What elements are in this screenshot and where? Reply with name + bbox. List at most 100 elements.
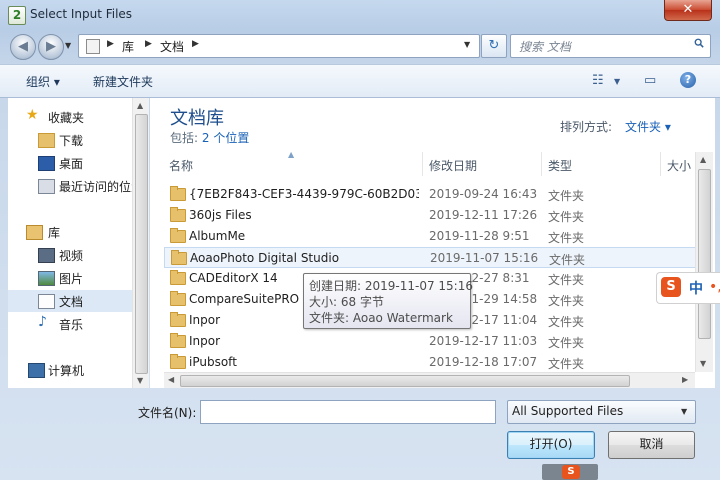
table-row[interactable]: iPubsoft 2019-12-18 17:07 文件夹 — [164, 352, 696, 373]
scroll-right-icon[interactable]: ▶ — [682, 375, 688, 384]
table-row[interactable]: AlbumMe 2019-11-28 9:51 文件夹 — [164, 226, 696, 247]
scroll-up-icon[interactable]: ▲ — [137, 101, 143, 110]
cancel-button[interactable]: 取消 — [608, 431, 695, 459]
refresh-icon: ↻ — [488, 38, 500, 53]
video-library-icon — [38, 248, 55, 263]
nav-item-label: 桌面 — [59, 157, 84, 171]
nav-item-favorites[interactable]: ★ 收藏夹 — [8, 106, 132, 128]
desktop-icon — [38, 156, 55, 171]
includes-locations-link[interactable]: 2 个位置 — [202, 131, 249, 145]
view-options-dropdown[interactable]: ▼ — [614, 77, 620, 86]
ime-mode-indicator[interactable]: 中 — [689, 278, 703, 298]
folder-icon — [170, 354, 186, 369]
navigation-pane: ★ 收藏夹 下载 桌面 最近访问的位置 库 视频 图片 文档 ♪ 音乐 计算机 — [8, 98, 149, 388]
folder-icon — [170, 186, 186, 201]
nav-item-libraries[interactable]: 库 — [8, 221, 132, 243]
ime-punctuation-indicator[interactable]: •, — [709, 279, 720, 295]
arrange-by-label: 排列方式: — [560, 120, 613, 134]
search-box[interactable]: 搜索 文档 — [510, 34, 711, 58]
column-label: 名称 — [169, 159, 194, 173]
open-button[interactable]: 打开(O) — [507, 431, 595, 459]
back-arrow-icon: ◀ — [18, 39, 28, 54]
file-type: 文件夹 — [548, 294, 585, 308]
organize-menu[interactable]: 组织 ▾ — [26, 73, 60, 90]
address-history-dropdown[interactable]: ▼ — [464, 40, 470, 49]
breadcrumb-separator-icon[interactable]: ▶ — [192, 39, 199, 49]
nav-item-pictures[interactable]: 图片 — [8, 267, 132, 289]
library-icon — [26, 225, 43, 240]
ime-toolbar[interactable]: S 中 •, — [656, 272, 720, 304]
horizontal-scrollbar[interactable]: ◀ ▶ — [164, 372, 695, 388]
file-type-filter[interactable]: All Supported Files ▼ — [507, 400, 696, 424]
folder-tooltip: 创建日期: 2019-11-07 15:16 大小: 68 字节 文件夹: Ao… — [303, 273, 473, 329]
file-list-scrollbar[interactable]: ▲ ▼ — [695, 152, 713, 372]
folder-icon — [170, 228, 186, 243]
column-label: 修改日期 — [429, 159, 478, 173]
nav-item-music[interactable]: ♪ 音乐 — [8, 313, 132, 335]
column-header-size[interactable]: 大小 — [660, 152, 695, 176]
close-button[interactable]: ✕ — [664, 0, 712, 21]
breadcrumb-library[interactable]: 库 — [122, 38, 134, 55]
nav-item-documents[interactable]: 文档 — [8, 290, 132, 312]
forward-button[interactable]: ▶ — [38, 34, 64, 60]
nav-item-label: 下载 — [59, 134, 84, 148]
nav-scrollbar[interactable]: ▲ ▼ — [132, 98, 149, 388]
nav-item-label: 音乐 — [59, 318, 84, 332]
table-row[interactable]: Inpor 2019-12-17 11:03 文件夹 — [164, 331, 696, 352]
sogou-ime-icon[interactable]: S — [661, 277, 681, 297]
nav-item-downloads[interactable]: 下载 — [8, 129, 132, 151]
file-name: Inpor — [189, 334, 221, 348]
file-type: 文件夹 — [549, 253, 586, 267]
nav-item-label: 计算机 — [48, 364, 85, 378]
scroll-left-icon[interactable]: ◀ — [168, 375, 174, 384]
breadcrumb-separator-icon[interactable]: ▶ — [145, 39, 152, 49]
filename-label: 文件名(N): — [138, 406, 197, 420]
nav-item-label: 最近访问的位置 — [59, 180, 144, 194]
nav-item-computer[interactable]: 计算机 — [8, 359, 132, 381]
address-bar[interactable]: ▶ 库 ▶ 文档 ▶ ▼ — [78, 34, 480, 58]
library-includes: 包括: 2 个位置 — [170, 129, 249, 146]
sogou-ime-icon[interactable]: S — [562, 465, 580, 479]
app-icon: 2 — [8, 6, 26, 25]
download-folder-icon — [38, 133, 55, 148]
file-type-filter-value: All Supported Files — [512, 404, 624, 418]
new-folder-button[interactable]: 新建文件夹 — [93, 73, 153, 90]
refresh-button[interactable]: ↻ — [481, 34, 507, 58]
folder-icon — [170, 291, 186, 306]
nav-scrollbar-thumb[interactable] — [135, 114, 148, 374]
back-button[interactable]: ◀ — [10, 34, 36, 60]
filename-field[interactable]: ▼ — [200, 400, 687, 424]
breadcrumb-separator-icon[interactable]: ▶ — [107, 39, 114, 49]
modified-date: 2019-12-18 17:07 — [429, 355, 538, 369]
tooltip-created-date: 创建日期: 2019-11-07 15:16 — [309, 279, 473, 293]
modified-date: 2019-09-24 16:43 — [429, 187, 538, 201]
preview-pane-icon[interactable]: ▭ — [644, 73, 656, 88]
nav-item-label: 图片 — [59, 272, 84, 286]
file-type: 文件夹 — [548, 273, 585, 287]
scroll-up-icon[interactable]: ▲ — [700, 155, 706, 164]
file-list-pane: 文档库 包括: 2 个位置 排列方式: 文件夹 ▾ 名称 ▲ 修改日期 类型 大… — [150, 98, 715, 388]
search-icon — [694, 38, 704, 48]
file-list-scrollbar-thumb[interactable] — [698, 169, 711, 339]
music-library-icon: ♪ — [38, 314, 47, 330]
nav-item-videos[interactable]: 视频 — [8, 244, 132, 266]
change-view-icon[interactable]: ☷ — [592, 73, 604, 88]
nav-item-recent-places[interactable]: 最近访问的位置 — [8, 175, 143, 197]
table-row[interactable]: AoaoPhoto Digital Studio 2019-11-07 15:1… — [164, 247, 696, 268]
scroll-down-icon[interactable]: ▼ — [137, 376, 143, 385]
recent-places-icon — [38, 179, 55, 194]
help-icon[interactable]: ? — [680, 72, 696, 88]
horizontal-scrollbar-thumb[interactable] — [180, 375, 630, 387]
recent-pages-dropdown[interactable]: ▼ — [65, 41, 71, 50]
file-type: 文件夹 — [548, 210, 585, 224]
column-header-date[interactable]: 修改日期 — [422, 152, 542, 176]
nav-item-desktop[interactable]: 桌面 — [8, 152, 132, 174]
table-row[interactable]: {7EB2F843-CEF3-4439-979C-60B2D03... 2019… — [164, 184, 696, 205]
sort-ascending-icon: ▲ — [288, 150, 295, 159]
breadcrumb-documents[interactable]: 文档 — [160, 38, 184, 55]
computer-icon — [28, 363, 45, 378]
scroll-down-icon[interactable]: ▼ — [700, 359, 706, 368]
arrange-by-dropdown[interactable]: 文件夹 ▾ — [625, 118, 671, 135]
column-header-type[interactable]: 类型 — [541, 152, 661, 176]
table-row[interactable]: 360js Files 2019-12-11 17:26 文件夹 — [164, 205, 696, 226]
